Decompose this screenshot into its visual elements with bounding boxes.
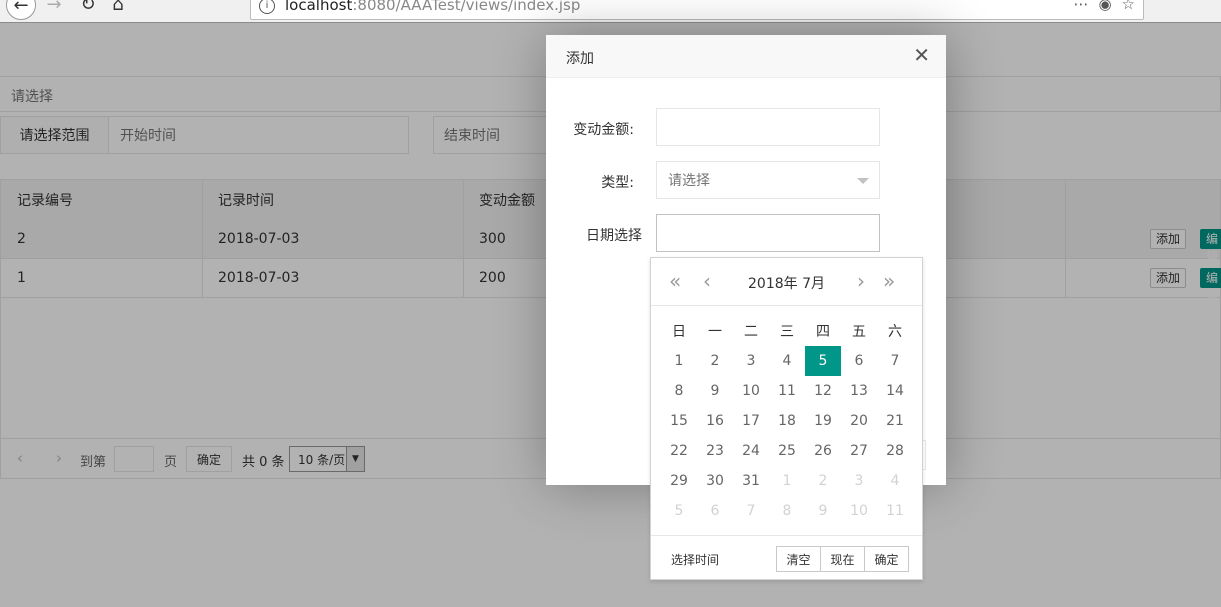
weekday-header: 六: [888, 324, 902, 340]
more-icon[interactable]: ⋯: [1073, 0, 1088, 13]
calendar-day[interactable]: 13: [841, 376, 877, 406]
calendar-day[interactable]: 10: [841, 496, 877, 526]
weekday-header: 日: [672, 324, 686, 340]
date-picker-footer: 选择时间 清空 现在 确定: [651, 535, 922, 581]
browser-toolbar: ← → ↻ ⌂ i localhost:8080/AAATest/views/i…: [0, 0, 1221, 23]
prev-year-icon[interactable]: «: [669, 269, 681, 293]
dialog-header: 添加 ✕: [546, 35, 946, 78]
calendar-day[interactable]: 7: [877, 346, 913, 376]
pocket-icon[interactable]: ◉: [1098, 0, 1111, 13]
calendar-day[interactable]: 22: [661, 436, 697, 466]
clear-button[interactable]: 清空: [776, 546, 821, 572]
next-month-icon[interactable]: ›: [857, 269, 865, 293]
calendar-day[interactable]: 29: [661, 466, 697, 496]
calendar-day[interactable]: 28: [877, 436, 913, 466]
date-label: 日期选择: [586, 228, 642, 244]
calendar-day[interactable]: 4: [877, 466, 913, 496]
calendar-day[interactable]: 31: [733, 466, 769, 496]
weekday-header: 一: [708, 324, 722, 340]
forward-arrow-icon[interactable]: →: [40, 0, 68, 18]
calendar-day[interactable]: 6: [697, 496, 733, 526]
reload-icon[interactable]: ↻: [74, 0, 102, 18]
dropdown-arrow-icon: [857, 178, 869, 184]
date-input[interactable]: [656, 214, 880, 252]
dialog-title: 添加: [566, 51, 594, 67]
weekday-header: 五: [852, 324, 866, 340]
home-icon[interactable]: ⌂: [104, 0, 132, 18]
prev-month-icon[interactable]: ‹: [703, 269, 711, 293]
calendar-day[interactable]: 9: [697, 376, 733, 406]
calendar-day[interactable]: 8: [769, 496, 805, 526]
calendar-day[interactable]: 1: [769, 466, 805, 496]
now-button[interactable]: 现在: [820, 546, 865, 572]
calendar-day[interactable]: 10: [733, 376, 769, 406]
calendar-day[interactable]: 12: [805, 376, 841, 406]
close-icon[interactable]: ✕: [913, 45, 930, 65]
calendar-day[interactable]: 7: [733, 496, 769, 526]
calendar-day[interactable]: 20: [841, 406, 877, 436]
calendar-day[interactable]: 3: [841, 466, 877, 496]
date-picker-header: « ‹ 2018年 7月 › »: [651, 258, 922, 306]
calendar-day[interactable]: 6: [841, 346, 877, 376]
calendar-day[interactable]: 8: [661, 376, 697, 406]
calendar-day[interactable]: 16: [697, 406, 733, 436]
calendar-day[interactable]: 1: [661, 346, 697, 376]
calendar-day[interactable]: 17: [733, 406, 769, 436]
address-bar[interactable]: i localhost:8080/AAATest/views/index.jsp…: [250, 0, 1144, 20]
calendar-day[interactable]: 19: [805, 406, 841, 436]
date-picker-title[interactable]: 2018年 7月: [748, 273, 825, 293]
calendar-day[interactable]: 25: [769, 436, 805, 466]
weekday-header: 四: [816, 324, 830, 340]
calendar-day[interactable]: 5: [661, 496, 697, 526]
calendar-day[interactable]: 26: [805, 436, 841, 466]
url-text: localhost:8080/AAATest/views/index.jsp: [285, 0, 581, 14]
weekday-header: 二: [744, 324, 758, 340]
date-picker: « ‹ 2018年 7月 › » 日一二三四五六 1 2 3 4 5 6 7 8 9 10 11 12 1…: [650, 257, 923, 580]
calendar-day[interactable]: 11: [769, 376, 805, 406]
bookmark-star-icon[interactable]: ☆: [1122, 0, 1135, 13]
info-icon[interactable]: i: [259, 0, 275, 14]
calendar-day[interactable]: 2: [697, 346, 733, 376]
calendar-day[interactable]: 18: [769, 406, 805, 436]
calendar-day[interactable]: 2: [805, 466, 841, 496]
calendar-day[interactable]: 24: [733, 436, 769, 466]
back-arrow-icon[interactable]: ←: [6, 0, 36, 20]
calendar-day[interactable]: 5: [805, 346, 841, 376]
calendar-day[interactable]: 4: [769, 346, 805, 376]
calendar-day[interactable]: 23: [697, 436, 733, 466]
select-time-link[interactable]: 选择时间: [671, 551, 719, 568]
confirm-button[interactable]: 确定: [864, 546, 909, 572]
amount-input[interactable]: [656, 108, 880, 146]
calendar-day[interactable]: 27: [841, 436, 877, 466]
calendar-day[interactable]: 21: [877, 406, 913, 436]
amount-label: 变动金额:: [573, 122, 634, 138]
type-label: 类型:: [601, 175, 634, 191]
calendar-day[interactable]: 11: [877, 496, 913, 526]
calendar-day[interactable]: 30: [697, 466, 733, 496]
calendar-day[interactable]: 15: [661, 406, 697, 436]
type-select[interactable]: 请选择: [656, 161, 880, 199]
next-year-icon[interactable]: »: [883, 269, 895, 293]
calendar-day[interactable]: 14: [877, 376, 913, 406]
calendar-day[interactable]: 3: [733, 346, 769, 376]
calendar-day[interactable]: 9: [805, 496, 841, 526]
weekday-header: 三: [780, 324, 794, 340]
